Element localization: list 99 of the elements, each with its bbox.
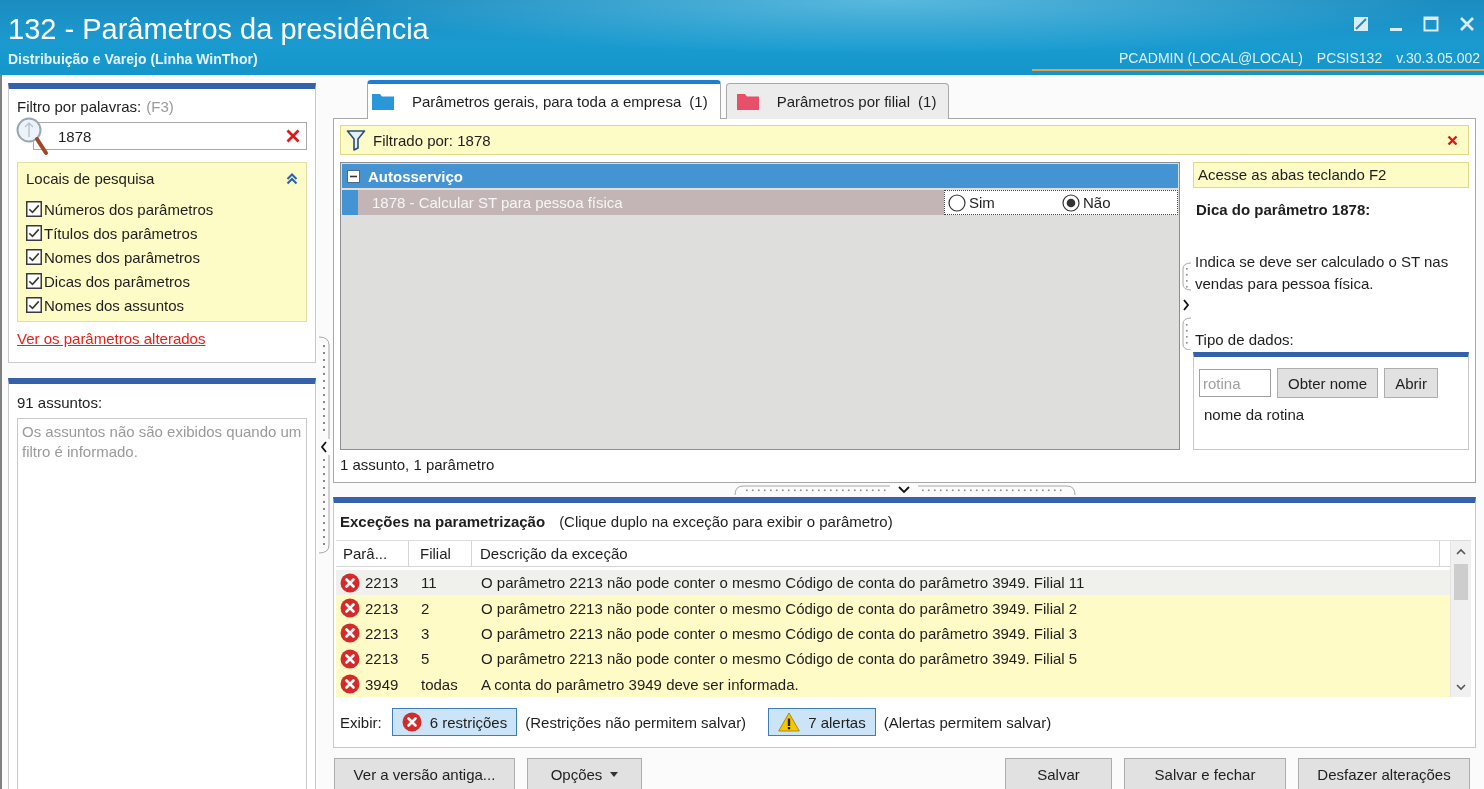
table-cell: 2213 xyxy=(365,624,399,642)
square-slash-icon[interactable] xyxy=(1353,16,1369,32)
funnel-icon xyxy=(346,129,366,151)
shortcut-hint: (F3) xyxy=(146,97,174,117)
table-cell: 2213 xyxy=(365,650,399,668)
minus-box-icon[interactable] xyxy=(347,169,360,183)
chevron-up-icon[interactable] xyxy=(1456,548,1466,555)
checkbox-label[interactable]: Dicas dos parâmetros xyxy=(44,272,190,290)
group-title: Autosserviço xyxy=(368,167,464,185)
checkbox[interactable] xyxy=(26,273,42,289)
table-cell: 2213 xyxy=(365,599,399,617)
radio-button[interactable] xyxy=(1062,193,1080,212)
subjects-list: Os assuntos não são exibidos quando um filtro é informado. xyxy=(17,418,307,789)
error-icon xyxy=(340,572,360,593)
action-button[interactable]: Salvar xyxy=(1005,758,1112,789)
version-label: v.30.3.05.002 xyxy=(1396,49,1480,67)
data-type-label: Tipo de dados: xyxy=(1194,331,1295,349)
table-cell-text: O parâmetro 2213 não pode conter o mesmo Código de conta do parâmetro 3949. Filial 2 xyxy=(480,599,1079,617)
table-cell-text: O parâmetro 2213 não pode conter o mesmo Código de conta do parâmetro 3949. Filial 5 xyxy=(480,650,1079,668)
table-row[interactable]: 2213 2 O parâmetro 2213 não pode conter o mesmo Código de conta do parâmetro 3949. Filial 2 xyxy=(336,595,1450,621)
summary-text: 1 assunto, 1 parâmetro xyxy=(340,455,496,475)
checkbox[interactable] xyxy=(26,225,42,241)
checkbox-label[interactable]: Números dos parâmetros xyxy=(44,200,214,218)
table-cell-text: O parâmetro 2213 não pode conter o mesmo Código de conta do parâmetro 3949. Filial 11 xyxy=(480,574,1086,592)
routine-button[interactable]: Obter nome xyxy=(1277,368,1379,398)
scrollbar[interactable] xyxy=(1450,541,1471,697)
chevron-down-icon[interactable] xyxy=(1456,684,1466,691)
filter-label: Filtro por palavras: xyxy=(17,97,142,117)
radio-button[interactable] xyxy=(948,193,966,212)
caret-down-icon xyxy=(610,771,619,777)
routine-name: nome da rotina xyxy=(1203,406,1306,424)
checkbox-label[interactable]: Títulos dos parâmetros xyxy=(44,224,198,242)
scroll-thumb[interactable] xyxy=(1454,564,1468,600)
window-title: 132 - Parâmetros da presidência xyxy=(8,12,429,46)
routine-label: PCSIS132 xyxy=(1316,49,1383,67)
filter-label: Exibir: xyxy=(340,713,382,731)
table-cell-text: 3 xyxy=(420,624,431,642)
radio-label[interactable]: Não xyxy=(1083,194,1111,211)
hint-title: Dica do parâmetro 1878: xyxy=(1195,201,1372,219)
warning-icon xyxy=(778,712,801,732)
column-header[interactable]: Parâ... xyxy=(336,541,409,566)
filter-note: (Alertas permitem salvar) xyxy=(883,713,1052,731)
search-field[interactable]: 1878 xyxy=(33,122,307,150)
checkbox[interactable] xyxy=(26,297,42,313)
action-button[interactable]: Salvar e fechar xyxy=(1124,758,1286,789)
checkbox[interactable] xyxy=(26,201,42,217)
parameter-row[interactable]: 1878 - Calcular ST para pessoa física Sim Não xyxy=(342,190,1178,215)
splitter-handle[interactable] xyxy=(318,335,330,555)
table-cell-text: 5 xyxy=(420,650,431,668)
table-row[interactable]: 2213 3 O parâmetro 2213 não pode conter o mesmo Código de conta do parâmetro 3949. Filial 3 xyxy=(336,620,1450,647)
changed-parameters-link[interactable]: Ver os parâmetros alterados xyxy=(17,330,206,348)
section-title: Exceções na parametrização xyxy=(340,513,546,530)
window-subtitle: Distribuição e Varejo (Linha WinThor) xyxy=(8,50,259,68)
tab[interactable]: Parâmetros gerais, para toda a empresa (1) xyxy=(367,80,721,119)
table-row[interactable]: 2213 11 O parâmetro 2213 não pode conter o mesmo Código de conta do parâmetro 3949. Filial 11 xyxy=(336,570,1450,596)
routine-button[interactable]: Abrir xyxy=(1384,368,1438,398)
table-cell: 3949 xyxy=(365,675,399,693)
close-icon[interactable] xyxy=(1447,134,1458,146)
table-cell-text: todas xyxy=(420,675,459,693)
table-cell-text: 11 xyxy=(420,574,438,592)
error-icon xyxy=(340,598,360,619)
hint-description: Indica se deve ser calculado o ST nas vendas para pessoa física. xyxy=(1194,252,1450,294)
filter-note: (Restrições não permitem salvar) xyxy=(525,713,747,731)
filter-text: Filtrado por: 1878 xyxy=(373,131,491,149)
checkbox-label[interactable]: Nomes dos assuntos xyxy=(44,296,185,314)
error-icon xyxy=(401,712,422,732)
checkbox[interactable] xyxy=(26,249,42,265)
action-button[interactable]: Ver a versão antiga... xyxy=(334,758,515,789)
clear-icon[interactable] xyxy=(286,129,300,143)
action-button[interactable]: Opções xyxy=(527,758,642,789)
splitter-handle[interactable] xyxy=(733,485,1076,495)
table-cell-text: A conta do parâmetro 3949 deve ser informada. xyxy=(480,675,800,693)
checkbox-label[interactable]: Nomes dos parâmetros xyxy=(44,248,200,266)
magnifier-icon xyxy=(15,115,49,157)
table-cell-text: O parâmetro 2213 não pode conter o mesmo Código de conta do parâmetro 3949. Filial 3 xyxy=(480,624,1079,642)
tab[interactable]: Parâmetros por filial (1) xyxy=(725,83,950,119)
maximize-icon[interactable] xyxy=(1423,16,1439,32)
section-hint: (Clique duplo na exceção para exibir o parâmetro) xyxy=(559,513,893,530)
splitter-handle[interactable] xyxy=(1180,262,1192,350)
filter-toggle-button[interactable]: 7 alertas xyxy=(768,708,876,736)
table-cell: 2213 xyxy=(365,574,399,592)
subjects-count: 91 assuntos: xyxy=(17,394,104,412)
action-button[interactable]: Desfazer alterações xyxy=(1298,758,1470,789)
radio-label[interactable]: Sim xyxy=(969,194,995,211)
table-row[interactable]: 3949 todas A conta do parâmetro 3949 deve ser informada. xyxy=(336,671,1450,697)
column-header[interactable]: Descrição da exceção xyxy=(472,541,1440,566)
user-label: PCADMIN (LOCAL@LOCAL) xyxy=(1119,49,1303,67)
column-header[interactable]: Filial xyxy=(409,541,472,566)
parameter-title: 1878 - Calcular ST para pessoa física xyxy=(371,194,624,211)
error-icon xyxy=(340,648,360,669)
tip-banner: Acesse as abas teclando F2 xyxy=(1193,162,1469,188)
double-chevron-up-icon[interactable] xyxy=(286,173,298,185)
section-title: Locais de pesquisa xyxy=(26,169,155,189)
filter-toggle-button[interactable]: 6 restrições xyxy=(391,708,518,736)
error-icon xyxy=(340,674,360,695)
error-icon xyxy=(340,623,360,644)
table-row[interactable]: 2213 5 O parâmetro 2213 não pode conter o mesmo Código de conta do parâmetro 3949. Filial 5 xyxy=(336,646,1450,672)
table-cell-text: 2 xyxy=(420,599,431,617)
routine-field[interactable]: rotina xyxy=(1199,369,1271,397)
